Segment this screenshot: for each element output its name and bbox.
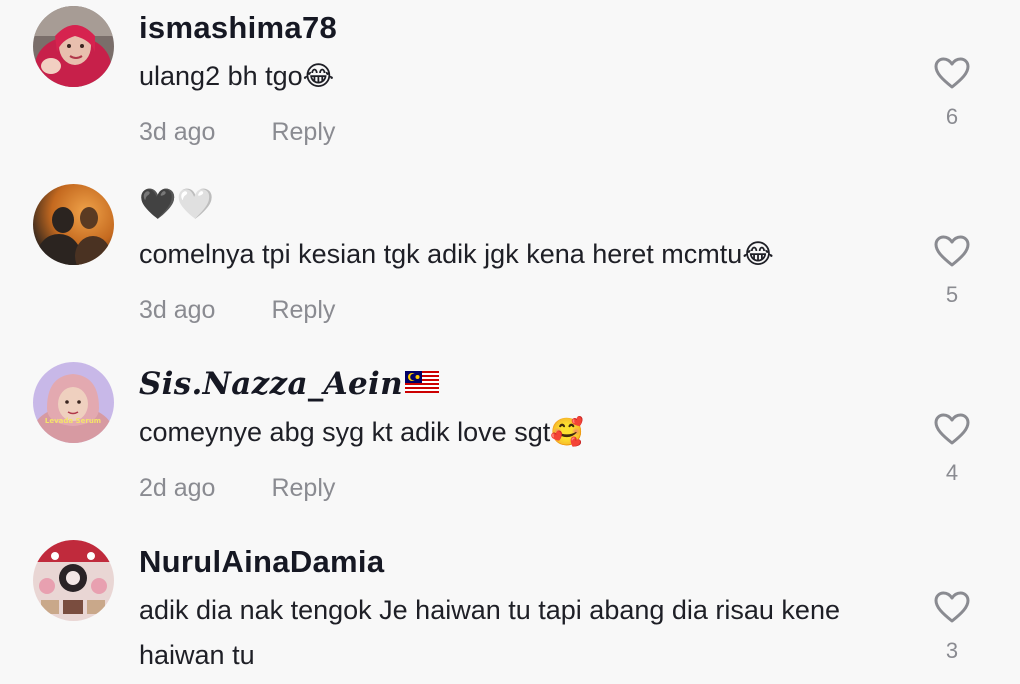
profile-photo-icon: [33, 184, 114, 265]
reply-button[interactable]: Reply: [271, 118, 335, 146]
comment-text: comelnya tpi kesian tgk adik jgk kena he…: [139, 239, 774, 269]
avatar[interactable]: [33, 540, 114, 621]
timestamp: 2d ago: [139, 474, 216, 502]
profile-photo-icon: Levada Serum: [33, 362, 114, 443]
timestamp: 3d ago: [139, 118, 216, 146]
like-count: 4: [945, 460, 959, 485]
avatar[interactable]: [33, 6, 114, 87]
username[interactable]: NurulAinaDamia: [139, 543, 384, 581]
like-button[interactable]: 3: [928, 590, 976, 664]
username[interactable]: ismashima78: [139, 9, 337, 47]
like-count: 3: [945, 638, 959, 663]
like-button[interactable]: 4: [928, 412, 976, 486]
heart-icon: [934, 235, 970, 267]
profile-photo-icon: [33, 540, 114, 621]
comment-meta: 3d ago Reply: [139, 117, 335, 147]
heart-icon: [934, 57, 970, 89]
username[interactable]: 𝑺𝒊𝒔.𝑵𝒂𝒛𝒛𝒂_𝑨𝒆𝒊𝒏: [139, 365, 439, 403]
reply-button[interactable]: Reply: [271, 296, 335, 324]
heart-icon: [934, 413, 970, 445]
malaysia-flag-icon: [404, 370, 439, 393]
timestamp: 3d ago: [139, 296, 216, 324]
comment-text: comeynye abg syg kt adik love sgt🥰: [139, 417, 584, 447]
username[interactable]: 🖤🤍: [139, 186, 214, 224]
avatar-caption: Levada Serum: [45, 417, 101, 425]
comment-meta: 3d ago Reply: [139, 295, 335, 325]
comment-text: ulang2 bh tgo😂: [139, 61, 335, 91]
comment-meta: 2d ago Reply: [139, 473, 335, 503]
avatar[interactable]: [33, 184, 114, 265]
profile-photo-icon: [33, 6, 114, 87]
like-button[interactable]: 6: [928, 56, 976, 130]
username-text: 𝑺𝒊𝒔.𝑵𝒂𝒛𝒛𝒂_𝑨𝒆𝒊𝒏: [139, 366, 403, 402]
like-button[interactable]: 5: [928, 234, 976, 308]
comment-text: adik dia nak tengok Je haiwan tu tapi ab…: [139, 595, 840, 670]
like-count: 6: [945, 104, 959, 129]
heart-icon: [934, 591, 970, 623]
reply-button[interactable]: Reply: [271, 474, 335, 502]
like-count: 5: [945, 282, 959, 307]
avatar[interactable]: Levada Serum: [33, 362, 114, 443]
